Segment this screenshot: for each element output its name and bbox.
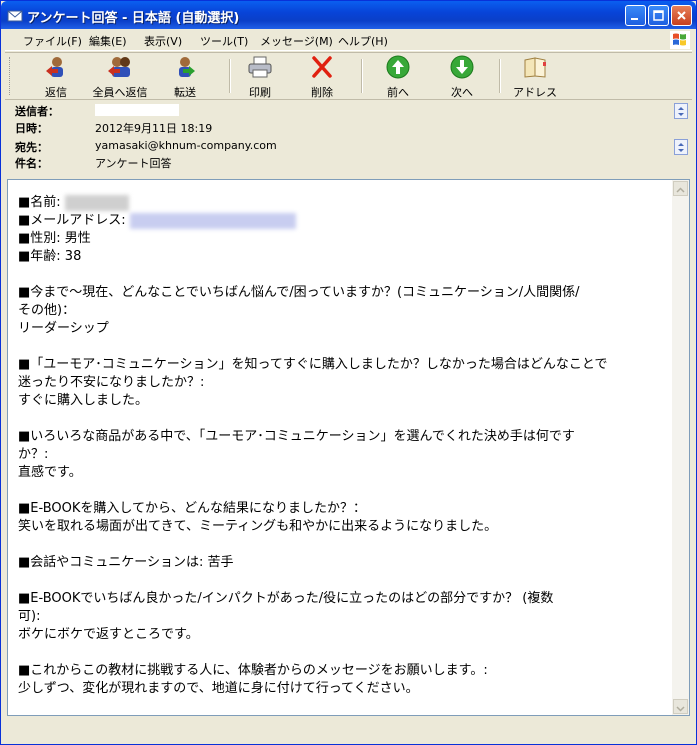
reply-all-label: 全員へ返信 xyxy=(92,86,148,99)
previous-button[interactable]: 前へ xyxy=(379,55,417,99)
window-title: アンケート回答 - 日本語 (自動選択) xyxy=(27,11,240,26)
subject-label: 件名： xyxy=(15,157,48,170)
body-line: 直感です。 xyxy=(18,465,82,480)
body-line: ■年齢: 38 xyxy=(18,249,82,264)
body-line: ■今まで～現在、どんなことでいちばん悩んで/困っていますか？(コミュニケーション… xyxy=(18,285,580,300)
arrow-down-icon xyxy=(450,55,474,79)
next-button[interactable]: 次へ xyxy=(443,55,481,99)
from-value-redacted xyxy=(95,104,179,116)
body-blank-line xyxy=(18,338,665,356)
chevron-down-icon xyxy=(676,706,685,712)
toolbar-grip[interactable] xyxy=(9,57,13,95)
body-blank-line xyxy=(18,410,665,428)
close-button[interactable] xyxy=(671,5,692,26)
address-book-button[interactable]: アドレス xyxy=(513,55,557,99)
toolbar-separator xyxy=(499,59,501,93)
to-scroll-spinner[interactable] xyxy=(674,139,688,155)
printer-icon xyxy=(248,56,272,78)
body-line: ■メールアドレス: xyxy=(18,212,665,230)
envelope-icon xyxy=(7,10,23,22)
title-bar[interactable]: アンケート回答 - 日本語 (自動選択) xyxy=(1,1,696,29)
body-line: ボケにボケで返すところです。 xyxy=(18,627,199,642)
reply-icon xyxy=(46,57,63,77)
to-value: yamasaki@khnum-company.com xyxy=(95,139,277,152)
body-line: リーダーシップ xyxy=(18,321,109,336)
body-line: 笑いを取れる場面が出てきて、ミーティングも和やかに出来るようになりました。 xyxy=(18,519,498,534)
status-bar xyxy=(5,720,692,740)
redacted-email xyxy=(129,212,296,229)
body-blank-line xyxy=(18,266,665,284)
message-text: ■名前: ■メールアドレス: ■性別: 男性 ■年齢: 38 ■今まで～現在、ど… xyxy=(18,194,665,698)
message-header: 送信者： 日時： 2012年9月11日 18:19 宛先： yamasaki@k… xyxy=(5,99,692,177)
from-value xyxy=(95,103,179,116)
reply-label: 返信 xyxy=(45,86,67,99)
body-blank-line xyxy=(18,482,665,500)
windows-logo-icon xyxy=(670,31,690,49)
to-label: 宛先： xyxy=(15,141,48,154)
redacted-name xyxy=(64,194,129,211)
toolbar-separator xyxy=(229,59,231,93)
delete-button[interactable]: 削除 xyxy=(303,55,341,99)
forward-button[interactable]: 転送 xyxy=(165,55,205,99)
toolbar: 返信 全員へ返信 転送 印刷 削除 前へ 次へ アドレス xyxy=(5,52,692,100)
body-line: すぐに購入しました。 xyxy=(18,393,149,408)
body-line: 少しずつ、変化が現れますので、地道に身に付けて行ってください。 xyxy=(18,681,419,696)
body-line: 可): xyxy=(18,609,41,624)
reply-all-button[interactable]: 全員へ返信 xyxy=(89,55,151,99)
body-line: ■性別: 男性 xyxy=(18,231,91,246)
arrow-up-icon xyxy=(386,55,410,79)
message-window: アンケート回答 - 日本語 (自動選択) ファイル(F) 編集(E) 表示(V)… xyxy=(0,0,697,745)
body-line: 迷ったり不安になりましたか？: xyxy=(18,375,205,390)
body-line: ■E-BOOKでいちばん良かった/インパクトがあった/役に立ったのはどの部分です… xyxy=(18,591,554,606)
delete-icon xyxy=(312,56,332,78)
address-book-icon xyxy=(524,57,546,78)
menu-tools[interactable]: ツール(T) xyxy=(200,33,248,49)
maximize-button[interactable] xyxy=(648,5,669,26)
body-line: ■会話やコミュニケーションは: 苦手 xyxy=(18,555,234,570)
body-blank-line xyxy=(18,572,665,590)
reply-all-icon xyxy=(108,57,130,77)
print-button[interactable]: 印刷 xyxy=(241,55,279,99)
message-body[interactable]: ■名前: ■メールアドレス: ■性別: 男性 ■年齢: 38 ■今まで～現在、ど… xyxy=(7,179,690,716)
scroll-up-arrow[interactable] xyxy=(673,181,688,196)
body-blank-line xyxy=(18,536,665,554)
body-line: ■いろいろな商品がある中で、「ユーモア･コミュニケーション」を選んでくれた決め手… xyxy=(18,429,575,444)
minimize-icon xyxy=(631,18,638,20)
date-label: 日時： xyxy=(15,122,48,135)
body-blank-line xyxy=(18,644,665,662)
scroll-down-arrow[interactable] xyxy=(673,699,688,714)
next-label: 次へ xyxy=(451,86,473,99)
address-book-label: アドレス xyxy=(513,86,557,99)
from-label: 送信者： xyxy=(15,105,59,118)
menu-bar: ファイル(F) 編集(E) 表示(V) ツール(T) メッセージ(M) ヘルプ(… xyxy=(5,30,692,51)
body-line: ■「ユーモア･コミュニケーション」を知ってすぐに購入しましたか？しなかった場合は… xyxy=(18,357,608,372)
close-icon xyxy=(677,11,686,20)
menu-file[interactable]: ファイル(F) xyxy=(23,33,82,49)
body-line: その他)： xyxy=(18,303,76,318)
body-line: ■E-BOOKを購入してから、どんな結果になりましたか？： xyxy=(18,501,367,516)
vertical-scrollbar[interactable] xyxy=(672,180,689,715)
subject-value: アンケート回答 xyxy=(95,157,172,170)
forward-label: 転送 xyxy=(174,86,196,99)
chevron-up-icon xyxy=(676,187,685,193)
body-line: ■これからこの教材に挑戦する人に、体験者からのメッセージをお願いします。: xyxy=(18,663,488,678)
previous-label: 前へ xyxy=(387,86,409,99)
forward-icon xyxy=(179,57,195,77)
toolbar-separator xyxy=(361,59,363,93)
maximize-icon xyxy=(653,10,664,21)
date-value: 2012年9月11日 18:19 xyxy=(95,122,213,135)
print-label: 印刷 xyxy=(249,86,271,99)
from-scroll-spinner[interactable] xyxy=(674,103,688,119)
delete-label: 削除 xyxy=(311,86,333,99)
menu-edit[interactable]: 編集(E) xyxy=(89,33,127,49)
body-line: ■名前: xyxy=(18,194,665,212)
menu-help[interactable]: ヘルプ(H) xyxy=(338,33,388,49)
menu-message[interactable]: メッセージ(M) xyxy=(260,33,333,49)
menu-view[interactable]: 表示(V) xyxy=(144,33,182,49)
minimize-button[interactable] xyxy=(625,5,646,26)
reply-button[interactable]: 返信 xyxy=(35,55,77,99)
body-line: か？: xyxy=(18,447,49,462)
